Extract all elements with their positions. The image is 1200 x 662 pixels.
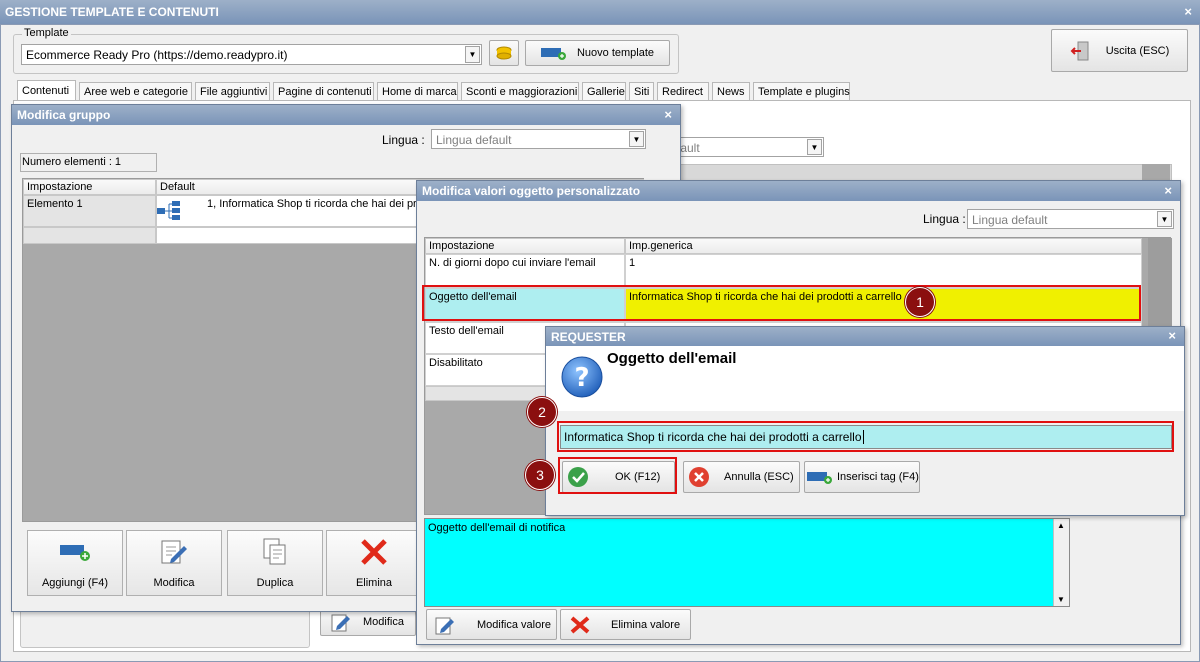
scroll-up-icon[interactable]: ▲ bbox=[1057, 521, 1065, 530]
tab-gallerie[interactable]: Gallerie bbox=[582, 82, 626, 100]
highlight-requester-input bbox=[557, 421, 1174, 452]
edit-value-label: Modifica valore bbox=[477, 618, 551, 631]
group-title: Modifica gruppo bbox=[17, 108, 111, 122]
main-close-icon[interactable]: × bbox=[1184, 4, 1192, 19]
main-titlebar: GESTIONE TEMPLATE E CONTENUTI × bbox=[0, 0, 1200, 24]
bg-lingua-select[interactable]: fault ▼ bbox=[672, 137, 824, 157]
insert-tag-label: Inserisci tag (F4) bbox=[837, 471, 919, 483]
tab-sconti-e-maggiorazioni[interactable]: Sconti e maggiorazioni bbox=[461, 82, 579, 100]
template-label: Template bbox=[22, 27, 71, 39]
add-box-icon bbox=[540, 48, 566, 60]
tab-redirect[interactable]: Redirect bbox=[657, 82, 709, 100]
insert-tag-button[interactable]: Inserisci tag (F4) bbox=[804, 461, 920, 493]
tab-file-aggiuntivi[interactable]: File aggiuntivi bbox=[195, 82, 270, 100]
group-lingua-value: Lingua default bbox=[436, 133, 512, 147]
database-icon bbox=[496, 46, 512, 60]
requester-heading: Oggetto dell'email bbox=[607, 350, 737, 367]
edit-button-label: Modifica bbox=[153, 577, 195, 589]
duplicate-icon bbox=[263, 538, 286, 565]
requester-titlebar: REQUESTER × bbox=[546, 327, 1184, 346]
group-close-icon[interactable]: × bbox=[664, 107, 672, 122]
tab-home-di-marca[interactable]: Home di marca bbox=[377, 82, 458, 100]
add-button-label: Aggiungi (F4) bbox=[41, 577, 109, 589]
bg-modifica-label: Modifica bbox=[363, 615, 404, 628]
add-box-icon bbox=[807, 472, 832, 484]
custom-titlebar: Modifica valori oggetto personalizzato × bbox=[417, 181, 1180, 201]
delete-value-label: Elimina valore bbox=[611, 618, 681, 631]
delete-value-button[interactable]: Elimina valore bbox=[560, 609, 691, 640]
chevron-down-icon[interactable]: ▼ bbox=[807, 139, 822, 155]
db-button[interactable] bbox=[489, 40, 519, 66]
cancel-icon bbox=[689, 467, 709, 487]
chevron-down-icon[interactable]: ▼ bbox=[465, 46, 480, 63]
highlight-subject-row bbox=[422, 285, 1141, 321]
group-row-value: 1, Informatica Shop ti ricorda che hai d… bbox=[207, 198, 423, 210]
main-title: GESTIONE TEMPLATE E CONTENUTI bbox=[5, 5, 219, 19]
group-lingua-select[interactable]: Lingua default ▼ bbox=[431, 129, 646, 149]
step-badge-2: 2 bbox=[527, 397, 557, 427]
group-row-name[interactable]: Elemento 1 bbox=[23, 195, 156, 227]
edit-icon bbox=[161, 540, 187, 564]
cancel-label: Annulla (ESC) bbox=[724, 471, 794, 483]
exit-label: Uscita (ESC) bbox=[1105, 44, 1170, 57]
svg-text:?: ? bbox=[574, 363, 589, 393]
custom-title: Modifica valori oggetto personalizzato bbox=[422, 184, 641, 198]
step-badge-1: 1 bbox=[905, 287, 935, 317]
template-select-value: Ecommerce Ready Pro (https://demo.readyp… bbox=[26, 48, 288, 62]
tab-news[interactable]: News bbox=[712, 82, 750, 100]
requester-title: REQUESTER bbox=[551, 329, 626, 344]
cancel-button[interactable]: Annulla (ESC) bbox=[683, 461, 800, 493]
highlight-ok-button bbox=[558, 457, 677, 494]
add-box-icon bbox=[60, 545, 90, 561]
tab-template-e-plugins[interactable]: Template e plugins bbox=[753, 82, 850, 100]
custom-lingua-select[interactable]: Lingua default ▼ bbox=[967, 209, 1174, 229]
custom-row-days-value[interactable]: 1 bbox=[625, 254, 1142, 288]
tab-pagine-di-contenuti[interactable]: Pagine di contenuti bbox=[273, 82, 374, 100]
new-template-button[interactable]: Nuovo template bbox=[525, 40, 670, 66]
requester-header: ? Oggetto dell'email bbox=[546, 346, 1184, 411]
chevron-down-icon[interactable]: ▼ bbox=[1157, 211, 1172, 227]
custom-col-setting: Impostazione bbox=[425, 238, 625, 254]
question-icon: ? bbox=[561, 356, 603, 398]
scroll-down-icon[interactable]: ▼ bbox=[1057, 595, 1065, 604]
tab-siti[interactable]: Siti bbox=[629, 82, 654, 100]
tree-icon bbox=[157, 201, 180, 220]
delete-button-label: Elimina bbox=[355, 577, 393, 589]
group-row-empty bbox=[23, 227, 156, 244]
notify-textarea[interactable]: Oggetto dell'email di notifica ▲ ▼ bbox=[424, 518, 1070, 607]
element-count: Numero elementi : 1 bbox=[20, 153, 157, 172]
custom-lingua-label: Lingua : bbox=[923, 212, 966, 226]
delete-button[interactable]: Elimina bbox=[326, 530, 422, 596]
delete-x-icon bbox=[361, 539, 387, 565]
custom-close-icon[interactable]: × bbox=[1164, 183, 1172, 198]
notify-scrollbar[interactable]: ▲ ▼ bbox=[1053, 519, 1069, 606]
edit-value-button[interactable]: Modifica valore bbox=[426, 609, 557, 640]
duplicate-button[interactable]: Duplica bbox=[227, 530, 323, 596]
custom-col-generic: Imp.generica bbox=[625, 238, 1142, 254]
template-select[interactable]: Ecommerce Ready Pro (https://demo.readyp… bbox=[21, 44, 482, 65]
edit-icon bbox=[331, 614, 350, 631]
tab-contenuti[interactable]: Contenuti bbox=[17, 80, 76, 101]
new-template-label: Nuovo template bbox=[576, 47, 655, 59]
exit-button[interactable]: Uscita (ESC) bbox=[1051, 29, 1188, 72]
group-col-setting: Impostazione bbox=[23, 179, 156, 195]
group-titlebar: Modifica gruppo × bbox=[12, 105, 680, 125]
delete-x-icon bbox=[570, 615, 590, 634]
edit-button[interactable]: Modifica bbox=[126, 530, 222, 596]
edit-icon bbox=[435, 617, 454, 634]
step-badge-3: 3 bbox=[525, 460, 555, 490]
custom-lingua-value: Lingua default bbox=[972, 213, 1048, 227]
notify-text: Oggetto dell'email di notifica bbox=[428, 522, 566, 534]
group-lingua-label: Lingua : bbox=[382, 133, 425, 147]
exit-door-icon bbox=[1070, 41, 1089, 60]
custom-row-days-name[interactable]: N. di giorni dopo cui inviare l'email bbox=[425, 254, 625, 288]
duplicate-button-label: Duplica bbox=[256, 577, 294, 589]
chevron-down-icon[interactable]: ▼ bbox=[629, 131, 644, 147]
requester-close-icon[interactable]: × bbox=[1168, 328, 1176, 343]
add-button[interactable]: Aggiungi (F4) bbox=[27, 530, 123, 596]
tab-aree-web-e-categorie[interactable]: Aree web e categorie bbox=[79, 82, 192, 100]
